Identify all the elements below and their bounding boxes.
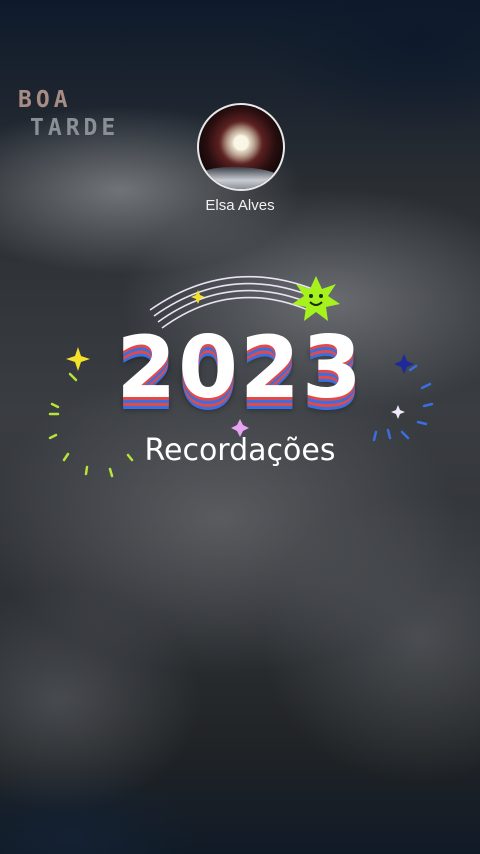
- memories-year: 2023: [116, 318, 364, 418]
- greeting-line-2: TARDE: [30, 115, 120, 141]
- profile-name[interactable]: Elsa Alves: [0, 197, 480, 214]
- avatar[interactable]: [197, 103, 285, 191]
- moon-icon: [221, 123, 261, 163]
- greeting-line-1: BOA: [18, 87, 72, 113]
- memories-subtitle: Recordações: [144, 433, 336, 468]
- landscape-icon: [199, 167, 283, 189]
- greeting-label: BOA TARDE: [18, 86, 119, 142]
